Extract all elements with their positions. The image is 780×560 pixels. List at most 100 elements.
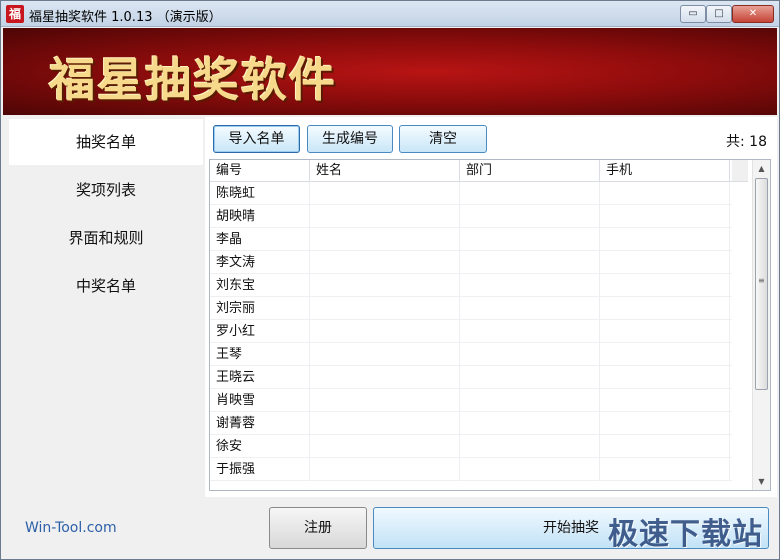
- cell-department: [460, 412, 600, 435]
- cell-name: [310, 343, 460, 366]
- table-row[interactable]: 王琴: [210, 343, 732, 366]
- grip-icon: ≡: [758, 276, 765, 285]
- total-count: 共: 18: [726, 134, 767, 150]
- table-row[interactable]: 谢菁蓉: [210, 412, 732, 435]
- cell-name: [310, 435, 460, 458]
- clear-button[interactable]: 清空: [399, 125, 487, 153]
- column-header-phone[interactable]: 手机: [600, 160, 730, 182]
- close-button[interactable]: ✕: [732, 5, 774, 23]
- table-body: 陈晓虹 胡映晴 李晶 李文涛 刘东宝 刘宗丽 罗小红 王琴 王晓云 肖映雪 谢菁…: [210, 182, 732, 481]
- cell-phone: [600, 228, 730, 251]
- cell-name: [310, 205, 460, 228]
- cell-name: [310, 274, 460, 297]
- scrollbar-thumb[interactable]: ≡: [755, 178, 768, 390]
- cell-department: [460, 320, 600, 343]
- cell-phone: [600, 274, 730, 297]
- table-row[interactable]: 刘宗丽: [210, 297, 732, 320]
- cell-phone: [600, 435, 730, 458]
- table-row[interactable]: 徐安: [210, 435, 732, 458]
- cell-phone: [600, 320, 730, 343]
- title-bar[interactable]: 福 福星抽奖软件 1.0.13 （演示版） ▭ □ ✕: [1, 1, 779, 27]
- app-logo-icon: 福: [6, 5, 24, 23]
- cell-department: [460, 205, 600, 228]
- table-row[interactable]: 李文涛: [210, 251, 732, 274]
- table-row[interactable]: 王晓云: [210, 366, 732, 389]
- cell-phone: [600, 412, 730, 435]
- cell-number: 徐安: [210, 435, 310, 458]
- cell-number: 陈晓虹: [210, 182, 310, 205]
- cell-phone: [600, 389, 730, 412]
- table-row[interactable]: 胡映晴: [210, 205, 732, 228]
- cell-phone: [600, 343, 730, 366]
- banner-title: 福星抽奖软件: [49, 53, 337, 107]
- cell-number: 于振强: [210, 458, 310, 481]
- table-row[interactable]: 肖映雪: [210, 389, 732, 412]
- header-corner: [732, 160, 748, 182]
- cell-department: [460, 366, 600, 389]
- window-title: 福星抽奖软件 1.0.13 （演示版）: [29, 10, 222, 25]
- generate-numbers-button[interactable]: 生成编号: [307, 125, 393, 153]
- import-list-button[interactable]: 导入名单: [213, 125, 300, 153]
- cell-number: 刘宗丽: [210, 297, 310, 320]
- cell-number: 罗小红: [210, 320, 310, 343]
- cell-name: [310, 251, 460, 274]
- sidebar-item-prize-list[interactable]: 奖项列表: [9, 167, 203, 213]
- cell-number: 肖映雪: [210, 389, 310, 412]
- table-row[interactable]: 于振强: [210, 458, 732, 481]
- cell-number: 谢菁蓉: [210, 412, 310, 435]
- brand-link[interactable]: Win-Tool.com: [25, 520, 117, 536]
- cell-department: [460, 343, 600, 366]
- cell-number: 李文涛: [210, 251, 310, 274]
- participant-table[interactable]: 编号 姓名 部门 手机 陈晓虹 胡映晴 李晶 李文涛 刘东宝 刘宗丽 罗小红 王…: [209, 159, 771, 491]
- scroll-down-arrow-icon[interactable]: ▼: [753, 473, 770, 490]
- table-row[interactable]: 陈晓虹: [210, 182, 732, 205]
- cell-department: [460, 389, 600, 412]
- cell-phone: [600, 251, 730, 274]
- table-row[interactable]: 李晶: [210, 228, 732, 251]
- cell-department: [460, 297, 600, 320]
- cell-department: [460, 274, 600, 297]
- table-row[interactable]: 罗小红: [210, 320, 732, 343]
- column-header-name[interactable]: 姓名: [310, 160, 460, 182]
- cell-name: [310, 228, 460, 251]
- cell-phone: [600, 458, 730, 481]
- cell-name: [310, 458, 460, 481]
- table-row[interactable]: 刘东宝: [210, 274, 732, 297]
- column-header-department[interactable]: 部门: [460, 160, 600, 182]
- minimize-button[interactable]: ▭: [680, 5, 706, 23]
- column-header-number[interactable]: 编号: [210, 160, 310, 182]
- main-panel: 导入名单 生成编号 清空 共: 18 编号 姓名 部门 手机 陈晓虹 胡映晴 李…: [205, 117, 777, 497]
- cell-name: [310, 389, 460, 412]
- cell-phone: [600, 205, 730, 228]
- app-banner: 福星抽奖软件: [3, 28, 777, 115]
- cell-name: [310, 366, 460, 389]
- maximize-button[interactable]: □: [706, 5, 732, 23]
- scroll-up-arrow-icon[interactable]: ▲: [753, 160, 770, 177]
- cell-name: [310, 412, 460, 435]
- main-window: 福 福星抽奖软件 1.0.13 （演示版） ▭ □ ✕ 福星抽奖软件 抽奖名单 …: [0, 0, 780, 560]
- sidebar-item-ui-and-rules[interactable]: 界面和规则: [9, 215, 203, 261]
- cell-phone: [600, 366, 730, 389]
- sidebar: 抽奖名单 奖项列表 界面和规则 中奖名单: [3, 117, 203, 497]
- cell-number: 李晶: [210, 228, 310, 251]
- cell-department: [460, 182, 600, 205]
- sidebar-item-draw-list[interactable]: 抽奖名单: [9, 119, 203, 165]
- sidebar-item-winner-list[interactable]: 中奖名单: [9, 263, 203, 309]
- cell-name: [310, 182, 460, 205]
- cell-department: [460, 251, 600, 274]
- vertical-scrollbar[interactable]: ▲ ≡ ▼: [752, 160, 770, 490]
- table-header: 编号 姓名 部门 手机: [210, 160, 732, 182]
- cell-name: [310, 297, 460, 320]
- cell-number: 刘东宝: [210, 274, 310, 297]
- cell-number: 王琴: [210, 343, 310, 366]
- cell-department: [460, 458, 600, 481]
- cell-department: [460, 435, 600, 458]
- cell-number: 王晓云: [210, 366, 310, 389]
- cell-phone: [600, 297, 730, 320]
- cell-phone: [600, 182, 730, 205]
- cell-name: [310, 320, 460, 343]
- register-button[interactable]: 注册: [269, 507, 367, 549]
- cell-number: 胡映晴: [210, 205, 310, 228]
- watermark-logo: 极速下载站: [608, 517, 763, 552]
- cell-department: [460, 228, 600, 251]
